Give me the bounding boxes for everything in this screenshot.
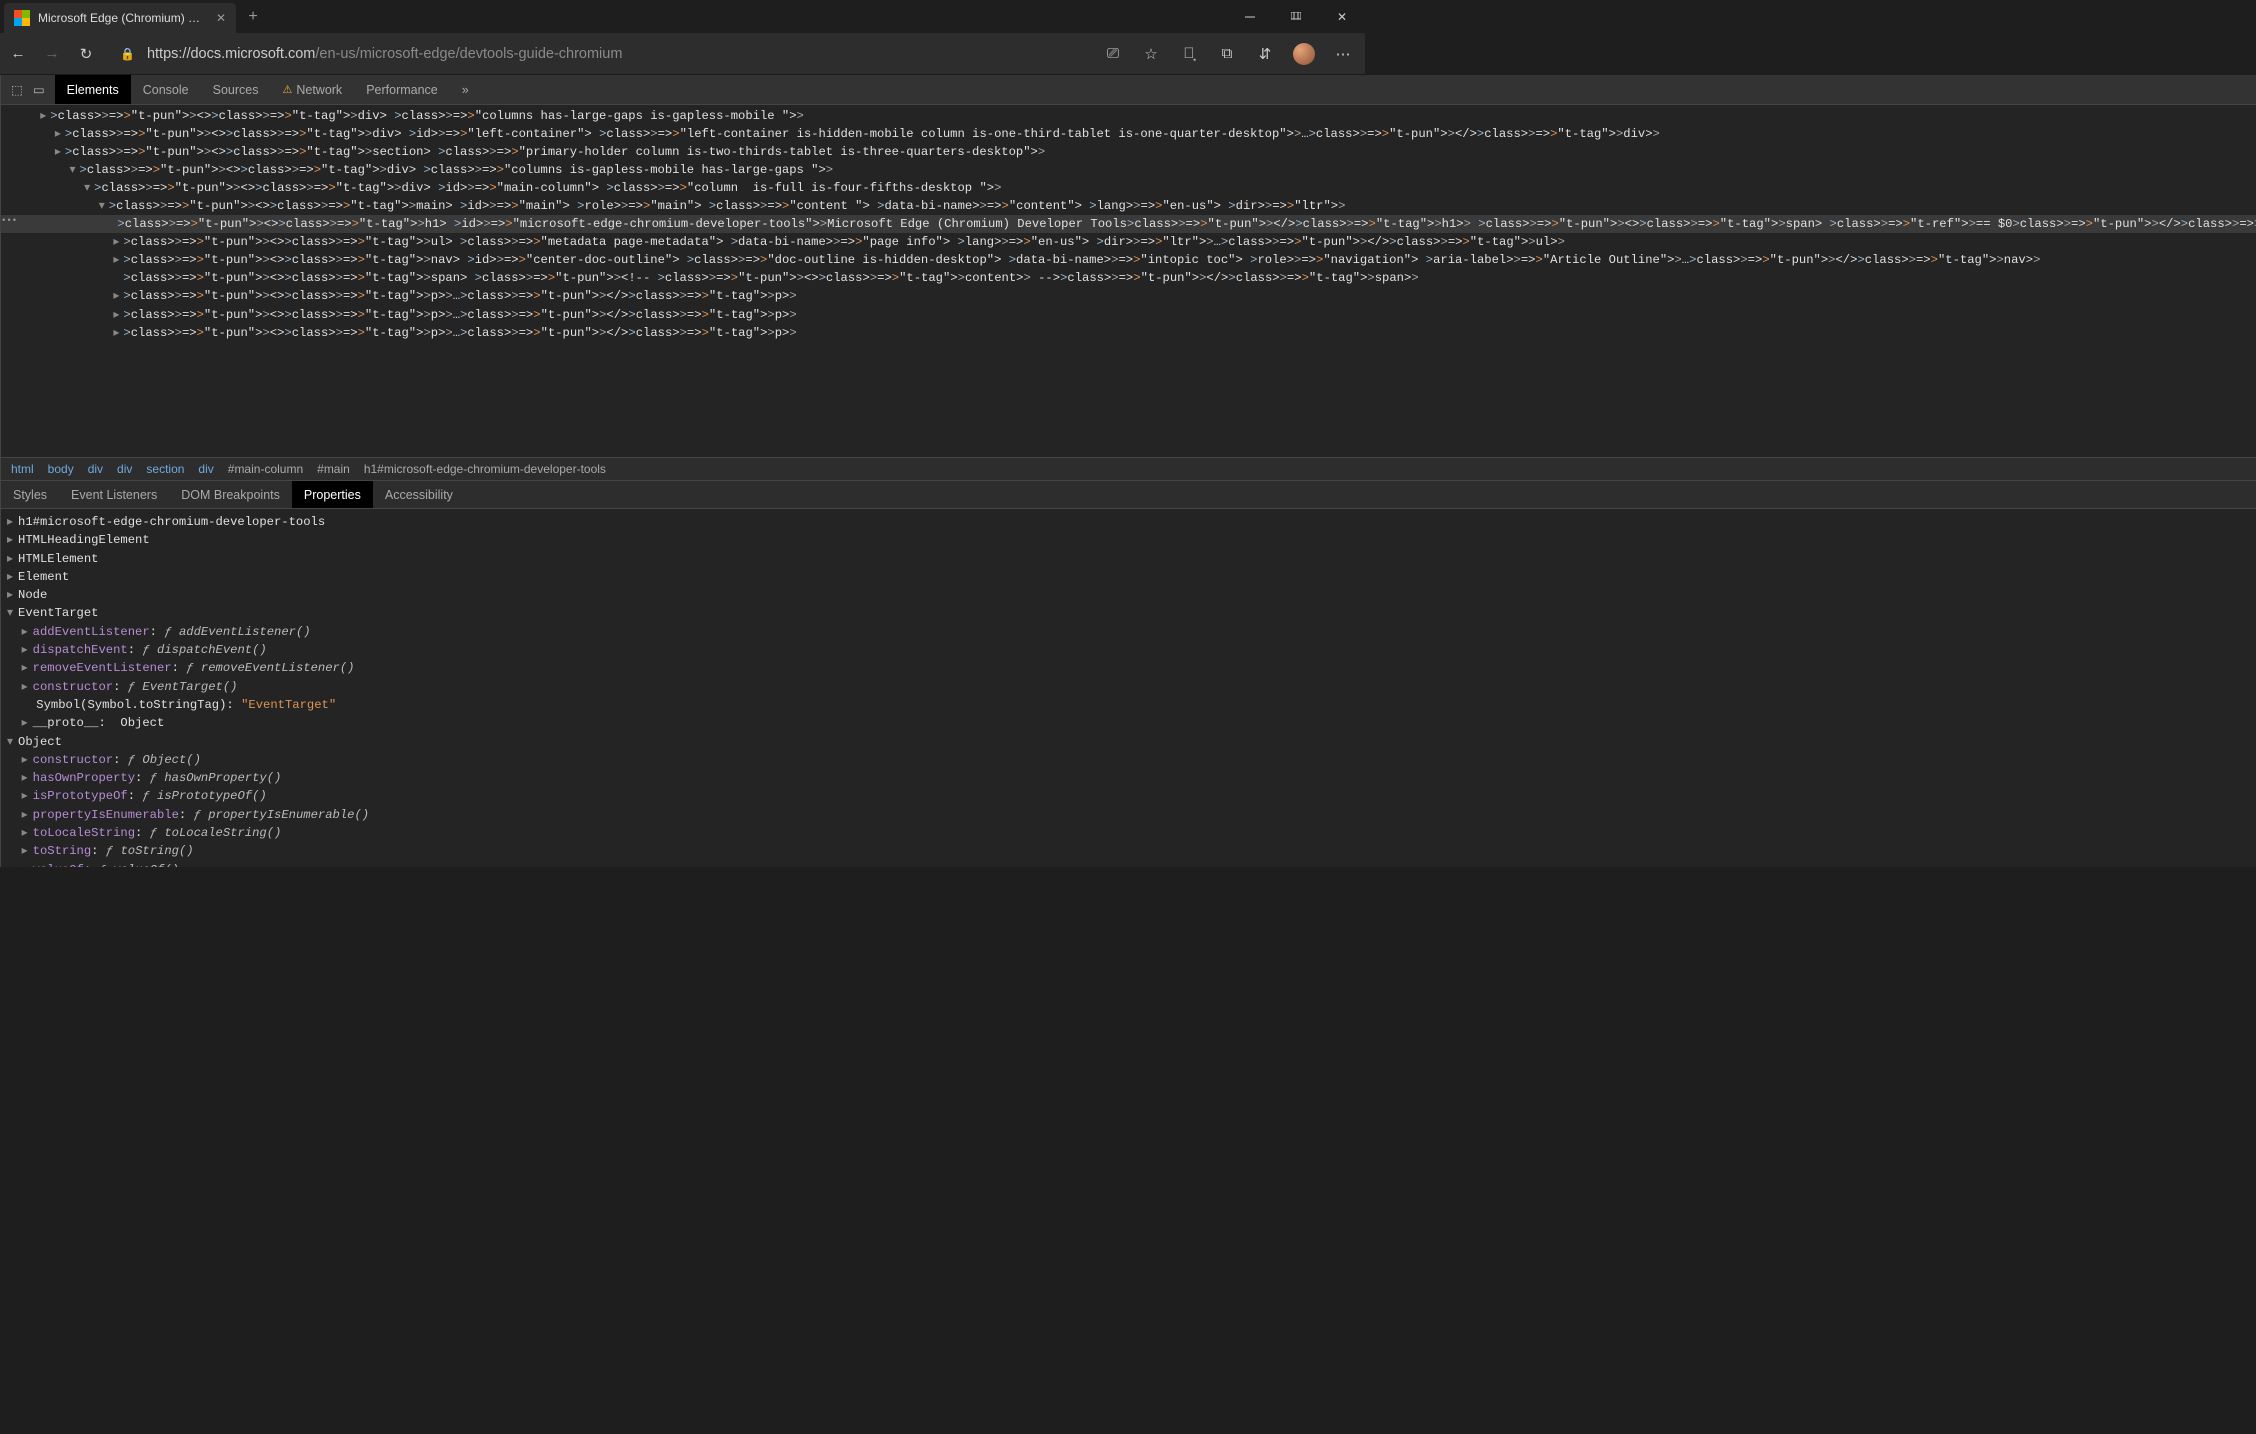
profile-avatar[interactable] — [1293, 43, 1315, 65]
tab-sources[interactable]: Sources — [201, 75, 271, 104]
tab-console[interactable]: Console — [131, 75, 201, 104]
tab-title: Microsoft Edge (Chromium) Dev — [38, 11, 208, 25]
new-tab-button[interactable]: + — [240, 8, 266, 26]
title-bar: Microsoft Edge (Chromium) Dev ✕ + ✕ — [0, 0, 1365, 33]
collections-icon[interactable]: ⧉ — [1217, 45, 1237, 62]
tab-sty...styles[interactable]: Styles — [1, 481, 59, 508]
tab-properties[interactable]: Properties — [292, 481, 373, 508]
menu-icon[interactable]: ⋯ — [1333, 45, 1353, 63]
device-toolbar-icon[interactable]: ▭ — [33, 82, 45, 97]
tab-close-icon[interactable]: ✕ — [216, 11, 226, 25]
url-text: https://docs.microsoft.com/en-us/microso… — [147, 46, 622, 62]
tabs-overflow-icon[interactable]: » — [450, 75, 481, 104]
lock-icon: 🔒 — [120, 47, 135, 61]
profile-switch-icon[interactable]: ⇵ — [1255, 45, 1275, 63]
window-controls: ✕ — [1227, 0, 1365, 33]
tab-favicon-icon — [14, 10, 30, 26]
browser-tab-active[interactable]: Microsoft Edge (Chromium) Dev ✕ — [4, 3, 236, 33]
favorites-bar-icon[interactable]: ✩͙ — [1179, 45, 1199, 62]
maximize-button[interactable] — [1273, 0, 1319, 33]
tab-dom-breakpoints[interactable]: DOM Breakpoints — [169, 481, 292, 508]
minimize-button[interactable] — [1227, 0, 1273, 33]
tab-event-listeners[interactable]: Event Listeners — [59, 481, 169, 508]
tab-accessibility[interactable]: Accessibility — [373, 481, 465, 508]
tab-performance[interactable]: Performance — [354, 75, 450, 104]
dom-breadcrumb[interactable]: html body div div section div #main-colu… — [1, 457, 2256, 481]
close-button[interactable]: ✕ — [1319, 0, 1365, 33]
address-bar[interactable]: 🔒 https://docs.microsoft.com/en-us/micro… — [110, 39, 1089, 69]
forward-button: → — [42, 45, 62, 62]
devtools-sidebar-tabs: Styles Event Listeners DOM Breakpoints P… — [1, 481, 2256, 509]
tab-network[interactable]: Network — [270, 75, 354, 104]
refresh-button[interactable]: ↻ — [76, 45, 96, 63]
dom-tree[interactable]: >class>>=>>"t-pun">><>>class>>=>>"t-tag"… — [1, 105, 2256, 457]
devtools-pane: ⬚ ▭ Elements Console Sources Network Per… — [0, 75, 2256, 867]
browser-toolbar: ← → ↻ 🔒 https://docs.microsoft.com/en-us… — [0, 33, 1365, 75]
reading-icon[interactable]: ⎚ — [1103, 45, 1123, 62]
properties-panel[interactable]: h1#microsoft-edge-chromium-developer-too… — [1, 509, 2256, 867]
favorite-icon[interactable]: ☆ — [1141, 45, 1161, 63]
back-button[interactable]: ← — [8, 45, 28, 62]
tab-elements[interactable]: Elements — [55, 75, 131, 104]
devtools-tabs: ⬚ ▭ Elements Console Sources Network Per… — [1, 75, 2256, 105]
inspect-icon[interactable]: ⬚ — [11, 82, 23, 97]
tab-strip: Microsoft Edge (Chromium) Dev ✕ + — [4, 0, 266, 33]
